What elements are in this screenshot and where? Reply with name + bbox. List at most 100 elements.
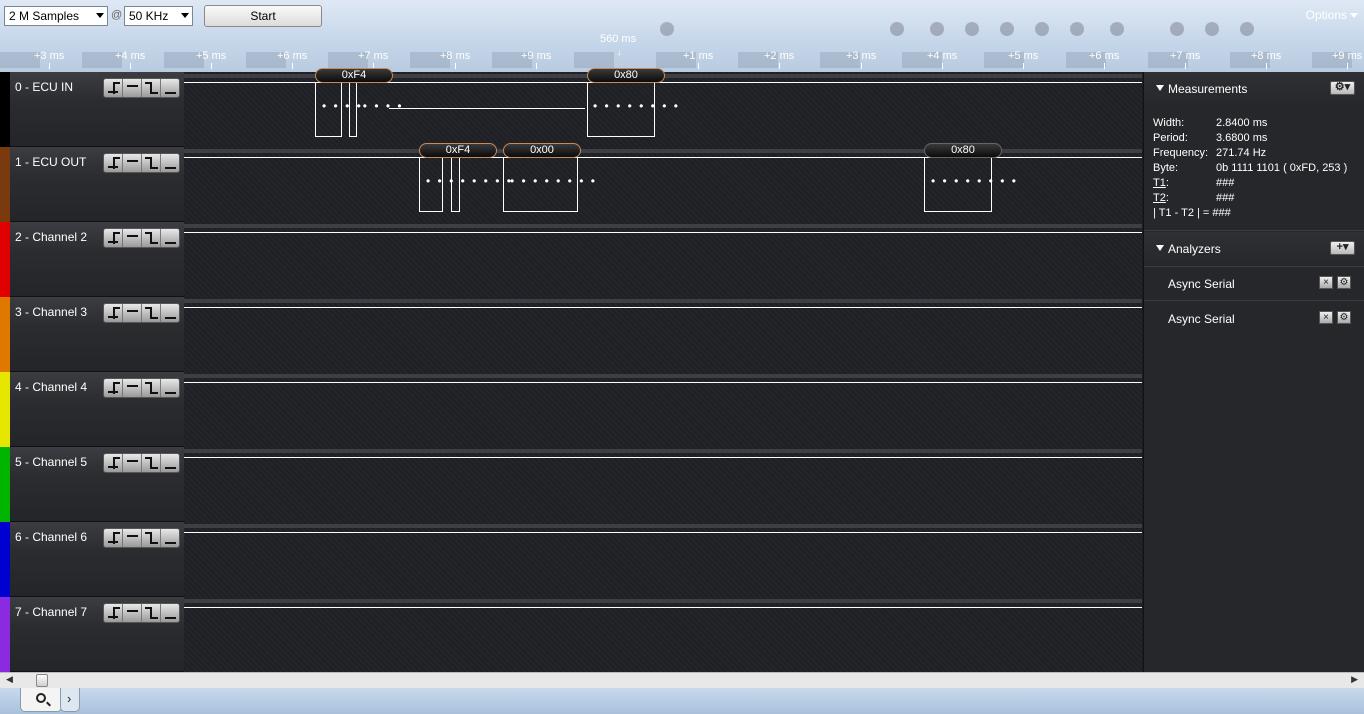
time-tick-label: +1 ms [683,50,714,69]
low-level-trigger-icon[interactable] [161,454,179,472]
remove-analyzer-close-icon[interactable]: × [1319,276,1333,289]
falling-edge-trigger-icon[interactable] [142,379,161,397]
channel-lane [184,599,1142,674]
analyzer-settings-gear-icon[interactable]: ⚙ [1337,276,1351,289]
falling-edge-trigger-icon[interactable] [142,229,161,247]
channel-header[interactable]: 4 - Channel 4 [0,372,184,447]
analyzers-header[interactable]: Analyzers +▾ [1144,232,1364,266]
scrollbar-thumb[interactable] [36,674,48,687]
channel-header[interactable]: 6 - Channel 6 [0,522,184,597]
rising-edge-trigger-icon[interactable] [104,154,123,172]
channel-name[interactable]: 2 - Channel 2 [15,230,87,244]
trigger-selector [103,378,180,398]
channel-header[interactable]: 1 - ECU OUT [0,147,184,222]
high-level-trigger-icon[interactable] [123,529,142,547]
low-level-trigger-icon[interactable] [161,604,179,622]
falling-edge-trigger-icon[interactable] [142,529,161,547]
falling-edge-trigger-icon[interactable] [142,604,161,622]
channel-name[interactable]: 6 - Channel 6 [15,530,87,544]
scroll-right-arrow-icon[interactable]: ▶ [1351,674,1358,685]
sample-rate-select[interactable]: 50 KHz [124,6,193,26]
ch1-decoded-byte[interactable]: 0x80 [924,143,1002,158]
byte-label: Byte: [1153,162,1179,174]
low-level-trigger-icon[interactable] [161,154,179,172]
channel-name[interactable]: 7 - Channel 7 [15,605,87,619]
analyzer-settings-gear-icon[interactable]: ⚙ [1337,311,1351,324]
samples-select-value: 2 M Samples [9,9,80,23]
falling-edge-trigger-icon[interactable] [142,454,161,472]
measurements-title: Measurements [1168,82,1248,96]
ch1-decoded-byte[interactable]: 0xF4 [419,143,497,158]
channel-header[interactable]: 2 - Channel 2 [0,222,184,297]
falling-edge-trigger-icon[interactable] [142,154,161,172]
analyzer-item[interactable]: Async Serial [1168,277,1235,291]
ch1-bit-markers: • • • • • • • • [931,174,1018,188]
channel-header[interactable]: 7 - Channel 7 [0,597,184,672]
falling-edge-trigger-icon[interactable] [142,79,161,97]
measurements-header[interactable]: Measurements ⚙▾ [1144,72,1364,106]
trigger-selector [103,603,180,623]
rising-edge-trigger-icon[interactable] [104,229,123,247]
trigger-selector [103,303,180,323]
options-menu[interactable]: Options [1306,8,1358,22]
rising-edge-trigger-icon[interactable] [104,379,123,397]
channel-name[interactable]: 0 - ECU IN [15,80,73,94]
start-button[interactable]: Start [204,5,322,27]
byte-value: 0b 1111 1101 ( 0xFD, 253 ) [1216,162,1348,174]
channel-header[interactable]: 5 - Channel 5 [0,447,184,522]
rising-edge-trigger-icon[interactable] [104,79,123,97]
low-level-trigger-icon[interactable] [161,379,179,397]
channel-lane [184,449,1142,524]
channel-name[interactable]: 4 - Channel 4 [15,380,87,394]
options-label: Options [1305,8,1347,22]
width-label: Width: [1153,117,1185,129]
tab-search[interactable] [20,688,62,712]
t2-link[interactable]: T2 [1153,192,1166,204]
period-row: Period: 3.6800 ms [1153,132,1267,144]
horizontal-scrollbar[interactable]: ◀ ▶ [0,672,1364,688]
high-level-trigger-icon[interactable] [123,379,142,397]
low-level-trigger-icon[interactable] [161,229,179,247]
high-level-trigger-icon[interactable] [123,454,142,472]
chevron-down-icon [96,13,104,18]
rising-edge-trigger-icon[interactable] [104,304,123,322]
high-level-trigger-icon[interactable] [123,304,142,322]
channel-lane [184,524,1142,599]
t1-link[interactable]: T1 [1153,177,1166,189]
high-level-trigger-icon[interactable] [123,229,142,247]
add-analyzer-button[interactable]: +▾ [1330,241,1355,255]
analyzer-item[interactable]: Async Serial [1168,312,1235,326]
low-level-trigger-icon[interactable] [161,304,179,322]
ch0-decoded-byte[interactable]: 0xF4 [315,68,393,83]
channel-name[interactable]: 3 - Channel 3 [15,305,87,319]
channel-name[interactable]: 5 - Channel 5 [15,455,87,469]
t2-row: T2: ### [1153,192,1235,204]
rising-edge-trigger-icon[interactable] [104,604,123,622]
channel-header[interactable]: 0 - ECU IN [0,72,184,147]
rising-edge-trigger-icon[interactable] [104,529,123,547]
measurements-settings-button[interactable]: ⚙▾ [1330,81,1355,95]
byte-row: Byte: 0b 1111 1101 ( 0xFD, 253 ) [1153,162,1347,174]
ch0-decoded-byte[interactable]: 0x80 [587,68,665,83]
high-level-trigger-icon[interactable] [123,604,142,622]
t2-value: ### [1216,192,1235,204]
low-level-trigger-icon[interactable] [161,529,179,547]
high-level-trigger-icon[interactable] [123,154,142,172]
collapse-triangle-icon[interactable] [1156,245,1164,251]
low-level-trigger-icon[interactable] [161,79,179,97]
waveform-area[interactable]: 0xF4 0x80 • • • •• • • • • • • • • • • •… [184,68,1142,674]
channel-lane [184,374,1142,449]
scroll-left-arrow-icon[interactable]: ◀ [6,674,13,685]
ch0-bit-markers: • • • •• • • • [322,99,404,113]
channel-name[interactable]: 1 - ECU OUT [15,155,86,169]
high-level-trigger-icon[interactable] [123,79,142,97]
tab-more[interactable]: › [60,688,80,712]
remove-analyzer-close-icon[interactable]: × [1319,311,1333,324]
ch1-decoded-byte[interactable]: 0x00 [503,143,581,158]
falling-edge-trigger-icon[interactable] [142,304,161,322]
rising-edge-trigger-icon[interactable] [104,454,123,472]
sample-rate-select-value: 50 KHz [129,9,169,23]
channel-header[interactable]: 3 - Channel 3 [0,297,184,372]
collapse-triangle-icon[interactable] [1156,85,1164,91]
samples-select[interactable]: 2 M Samples [4,6,108,26]
